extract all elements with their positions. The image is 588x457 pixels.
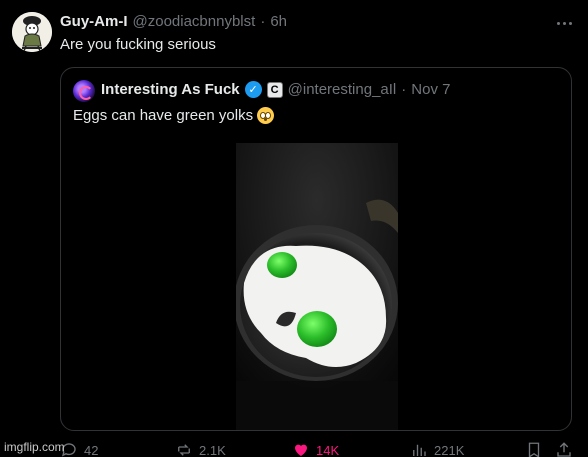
quote-text: Eggs can have green yolks [73,107,254,124]
more-options-icon[interactable] [552,12,576,34]
display-name[interactable]: Guy-Am-I [60,13,128,30]
watermark: imgflip.com [4,440,65,454]
tweet-header: Guy-Am-I @zoodiacbnnyblst · 6h [60,13,287,30]
fried-eggs-image [236,143,398,430]
quote-header: Interesting As Fuck ✓ C @interesting_aIl… [101,81,450,98]
bookmark-icon [528,442,540,457]
views-button[interactable]: 221K [410,441,464,457]
quote-separator: · [401,81,407,98]
affiliate-badge: C [266,81,283,98]
quote-display-name[interactable]: Interesting As Fuck [101,81,240,98]
repost-count: 2.1K [199,442,226,457]
reply-button[interactable]: 42 [60,441,98,457]
views-count: 221K [434,442,465,457]
bookmark-button[interactable] [525,441,543,457]
verified-badge-icon: ✓ [244,81,262,98]
timestamp[interactable]: 6h [270,13,287,30]
media-image[interactable] [236,143,398,430]
heart-icon [295,444,307,456]
avatar[interactable] [12,12,52,52]
flushed-face-emoji-icon [257,107,275,124]
quote-avatar[interactable] [73,80,95,102]
separator: · [260,13,266,30]
tweet-text: Are you fucking serious [60,36,216,53]
share-icon [557,442,571,457]
quoted-tweet[interactable]: Interesting As Fuck ✓ C @interesting_aIl… [60,67,572,431]
reply-count: 42 [84,442,99,457]
views-icon [413,444,426,456]
handle[interactable]: @zoodiacbnnyblst [133,13,256,30]
like-button[interactable]: 14K [292,441,339,457]
quote-handle[interactable]: @interesting_aIl [288,81,397,98]
cartoon-character-avatar-icon [12,12,52,52]
share-button[interactable] [555,441,573,457]
like-count: 14K [316,442,340,457]
repost-icon [178,444,190,456]
action-bar: 42 2.1K 14K 221K [60,441,580,457]
repost-button[interactable]: 2.1K [175,441,226,457]
quote-text-row: Eggs can have green yolks [73,107,275,124]
quote-date[interactable]: Nov 7 [411,81,450,98]
